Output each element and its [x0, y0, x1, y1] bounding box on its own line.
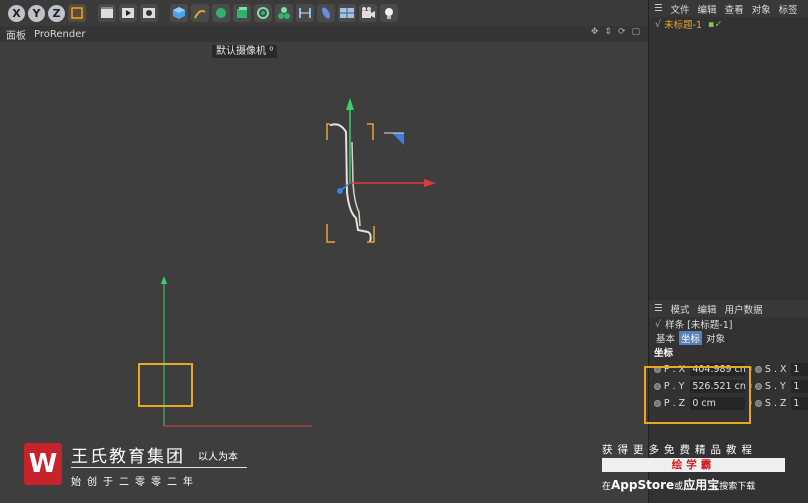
promo-top-text: 获得更多免费精品教程: [602, 444, 757, 456]
viewport-nav-controls: ✥ ⇕ ⟳ ▢: [591, 27, 640, 37]
am-menu-edit[interactable]: 编辑: [698, 302, 717, 316]
tab-object[interactable]: 对象: [704, 331, 727, 345]
effector-icon[interactable]: [317, 4, 335, 22]
keyframe-dot-icon[interactable]: [755, 383, 762, 390]
viewport-header: 面板 ProRender ✥ ⇕ ⟳ ▢: [0, 26, 648, 42]
promo-app-name: 绘学霸: [602, 458, 785, 472]
attribute-menu: ☰ 模式 编辑 用户数据: [649, 300, 808, 317]
om-menu-view[interactable]: 查看: [725, 2, 744, 16]
menu-panel[interactable]: 面板: [6, 27, 26, 42]
mograph-icon[interactable]: [275, 4, 293, 22]
om-menu-tags[interactable]: 标签: [779, 2, 798, 16]
light-icon[interactable]: [380, 4, 398, 22]
brand-motto: 以人为本: [198, 452, 238, 463]
om-menu-edit[interactable]: 编辑: [698, 2, 717, 16]
tab-coord[interactable]: 坐标: [679, 331, 703, 345]
render-settings-icon[interactable]: [140, 4, 158, 22]
am-menu-userdata[interactable]: 用户数据: [725, 302, 763, 316]
promo-app-center: 应用宝: [683, 478, 720, 492]
promo-suffix: 搜索下载: [719, 482, 756, 492]
axis-y-toggle[interactable]: Y: [28, 4, 45, 22]
coord-highlight-box: [644, 366, 751, 424]
spline-icon: √: [655, 18, 662, 30]
axis-x-toggle[interactable]: X: [8, 4, 25, 22]
pen-icon[interactable]: [191, 4, 209, 22]
viewport-scene: [161, 98, 436, 427]
visibility-check-icon[interactable]: ▪✓: [708, 19, 722, 30]
object-name[interactable]: 未标题-1: [664, 17, 702, 31]
sy-label: S . Y: [764, 381, 786, 392]
keyframe-dot-icon[interactable]: [755, 366, 762, 373]
render-region-icon[interactable]: [98, 4, 116, 22]
3d-viewport[interactable]: 默认摄像机 ⁰: [0, 42, 648, 503]
object-manager-menu: ☰ 文件 编辑 查看 对象 标签: [649, 0, 808, 17]
promo-prefix: 在: [602, 482, 612, 492]
brand-title: 王氏教育集团: [71, 447, 185, 467]
maximize-view-icon[interactable]: ▢: [631, 27, 640, 37]
render-view-icon[interactable]: [119, 4, 137, 22]
attribute-tabs: 基本 坐标 对象: [649, 331, 808, 345]
object-tree-item[interactable]: √ 未标题-1 ▪✓: [649, 17, 808, 32]
sy-field[interactable]: 1: [791, 380, 808, 393]
brand-divider: [71, 467, 247, 468]
am-menu-mode[interactable]: 模式: [671, 302, 690, 316]
extrude-icon[interactable]: [233, 4, 251, 22]
promo-or: 或: [674, 482, 684, 492]
camera-icon[interactable]: [359, 4, 377, 22]
section-coord-label: 坐标: [654, 348, 674, 359]
array-icon[interactable]: [254, 4, 272, 22]
coord-system-icon[interactable]: [68, 4, 86, 22]
cube-icon[interactable]: [170, 4, 188, 22]
keyframe-dot-icon[interactable]: [755, 400, 762, 407]
om-menu-object[interactable]: 对象: [752, 2, 771, 16]
panel-grip-icon[interactable]: ☰: [654, 303, 663, 314]
om-menu-file[interactable]: 文件: [671, 2, 690, 16]
attribute-title-text: 样条 [未标题-1]: [665, 320, 733, 331]
rotate-view-icon[interactable]: ⟳: [618, 27, 626, 37]
attribute-title: √ 样条 [未标题-1]: [649, 317, 808, 332]
move-view-icon[interactable]: ✥: [591, 27, 599, 37]
axis-z-toggle[interactable]: Z: [48, 4, 65, 22]
deformer-icon[interactable]: [296, 4, 314, 22]
view-corner-marker: [392, 133, 404, 145]
zoom-view-icon[interactable]: ⇕: [604, 27, 612, 37]
sz-field[interactable]: 1: [791, 397, 808, 410]
brand-watermark: W 王氏教育集团 以人为本 始创于二零零二年: [24, 440, 260, 490]
sz-label: S . Z: [764, 398, 787, 409]
promo-bottom-text: 在AppStore或应用宝搜索下载: [602, 476, 802, 493]
spline-icon: √: [655, 318, 662, 330]
promo-appstore: AppStore: [611, 478, 675, 492]
menu-prorender[interactable]: ProRender: [34, 29, 85, 40]
promo-banner: 获得更多免费精品教程 绘学霸 在AppStore或应用宝搜索下载: [602, 442, 802, 492]
sx-label: S . X: [764, 364, 787, 375]
brand-subtitle: 始创于二零零二年: [71, 477, 199, 488]
main-toolbar: X Y Z: [0, 0, 648, 26]
tab-basic[interactable]: 基本: [654, 331, 677, 345]
panel-grip-icon[interactable]: ☰: [654, 3, 663, 14]
floor-icon[interactable]: [338, 4, 356, 22]
subdivision-icon[interactable]: [212, 4, 230, 22]
origin-highlight-box: [138, 363, 193, 407]
right-panel: ☰ 文件 编辑 查看 对象 标签 √ 未标题-1 ▪✓ ☰ 模式 编辑 用户数据…: [648, 0, 808, 503]
brand-logo: W: [24, 443, 62, 485]
sx-field[interactable]: 1: [791, 363, 808, 376]
